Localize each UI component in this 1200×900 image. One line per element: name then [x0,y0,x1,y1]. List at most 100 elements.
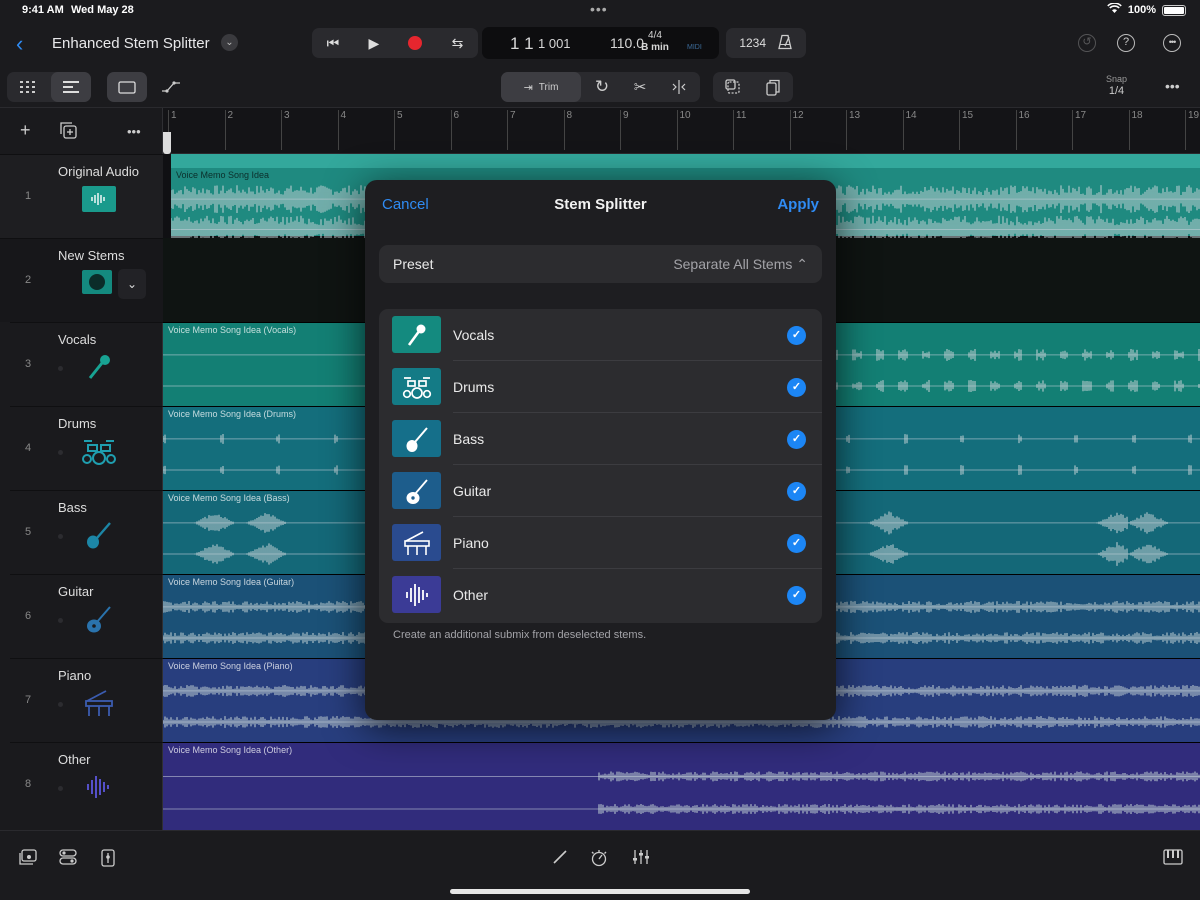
browser-icon[interactable] [19,849,37,870]
keyboard-icon[interactable] [1163,849,1183,870]
stem-name: Drums [453,379,495,395]
apply-button[interactable]: Apply [777,196,819,213]
cycle-icon[interactable]: ⇆ [452,35,464,52]
multitask-dots-icon[interactable]: ••• [590,1,608,17]
expand-stack-chevron-icon[interactable]: ⌄ [118,269,146,299]
checkmark-icon[interactable]: ✓ [787,586,806,605]
play-icon[interactable]: ▶ [368,35,379,52]
trim-icon: ⇥ [523,81,533,94]
inspector-icon[interactable] [101,849,115,872]
stem-row-guitar[interactable]: Guitar ✓ [379,465,822,517]
track-header-piano[interactable]: 7 Piano [10,658,163,742]
clipboard-segment [713,72,793,102]
track-activity-led [58,786,63,791]
ruler-bar-17: 17 [1072,110,1086,150]
snap-control[interactable]: Snap 1/4 [1106,74,1127,97]
timeline-ruler[interactable]: 1 2 3 4 5 6 7 8 9 10 11 12 13 14 15 16 17 18 19 [163,108,1200,154]
checkmark-icon[interactable]: ✓ [787,430,806,449]
mixer-icon[interactable] [632,849,650,870]
lcd-display[interactable]: 1 1 1 001 110.0 4/4 B min MIDI [482,27,719,59]
stem-row-other[interactable]: Other ✓ [379,569,822,621]
help-icon[interactable]: ? [1117,34,1135,52]
preset-value: Separate All Stems ⌃ [673,256,808,272]
cancel-button[interactable]: Cancel [382,196,429,213]
status-date: Wed May 28 [71,4,134,16]
loop-tool-icon[interactable]: ↻ [583,72,621,102]
toolbar-more-icon[interactable]: ••• [1165,78,1180,94]
stem-row-vocals[interactable]: Vocals ✓ [379,309,822,361]
track-name: New Stems [58,248,125,263]
metronome-icon[interactable] [777,34,793,53]
track-number: 7 [25,694,32,706]
ruler-bar-2: 2 [224,110,233,150]
copy-icon[interactable] [753,72,793,102]
more-options-icon[interactable]: ••• [1163,34,1181,52]
tracks-view-icon[interactable] [51,72,91,102]
project-title[interactable]: Enhanced Stem Splitter [52,35,210,52]
track-number: 8 [25,778,32,790]
stem-row-piano[interactable]: Piano ✓ [379,517,822,569]
chevron-down-icon[interactable]: ⌄ [221,34,238,51]
track-header-drums[interactable]: 4 Drums [10,406,163,490]
tuner-icon[interactable] [590,849,608,872]
split-tool-icon[interactable]: ✂ [621,72,659,102]
record-icon[interactable] [408,36,423,50]
back-chevron-icon[interactable]: ‹ [16,31,23,57]
lcd-bars: 1 1 [510,34,534,53]
ruler-bar-11: 11 [733,110,746,150]
go-to-beginning-icon[interactable]: ⏮ [327,35,340,52]
track-name: Piano [58,668,92,683]
bass-guitar-icon [82,522,116,549]
trim-label: Trim [538,81,559,93]
region-other[interactable]: Voice Memo Song Idea (Other) [163,742,1200,830]
checkmark-icon[interactable]: ✓ [787,326,806,345]
stem-row-drums[interactable]: Drums ✓ [379,361,822,413]
ruler-bar-16: 16 [1015,110,1030,150]
editor-segment [107,72,191,102]
grid-view-icon[interactable] [7,72,49,102]
ruler-bar-14: 14 [902,110,917,150]
home-indicator[interactable] [450,889,750,894]
track-list: + ••• 1 Original Audio 2 New Stems ⌄ 3 V… [0,108,163,830]
track-header-bass[interactable]: 5 Bass [10,490,163,574]
track-header-vocals[interactable]: 3 Vocals [10,322,163,406]
status-time: 9:41 AM [22,4,64,16]
undo-history-icon[interactable]: ↺ [1078,34,1096,52]
region-label: Voice Memo Song Idea (Other) [168,745,293,755]
checkmark-icon[interactable]: ✓ [787,378,806,397]
preset-select[interactable]: Preset Separate All Stems ⌃ [379,245,822,283]
duplicate-track-icon[interactable] [60,122,77,144]
track-list-more-icon[interactable]: ••• [127,124,141,139]
track-header-new-stems[interactable]: 2 New Stems ⌄ [0,238,163,322]
track-header-original-audio[interactable]: 1 Original Audio [0,154,163,238]
checkmark-icon[interactable]: ✓ [787,482,806,501]
track-name: Other [58,752,91,767]
control-bar: ‹ Enhanced Stem Splitter ⌄ ⏮ ▶ ⇆ 1 1 1 0… [0,22,1200,68]
track-header-guitar[interactable]: 6 Guitar [10,574,163,658]
drum-kit-icon [80,438,118,465]
ruler-bar-18: 18 [1128,110,1143,150]
track-header-other[interactable]: 8 Other [10,742,163,826]
waveform-icon [82,774,116,800]
stem-name: Guitar [453,483,492,499]
track-number: 4 [25,442,32,454]
count-in-button[interactable]: 1234 [739,36,766,50]
trim-tool[interactable]: ⇥ Trim [501,72,581,102]
status-bar: 9:41 AM Wed May 28 ••• 100% [0,0,1200,22]
ruler-bar-4: 4 [337,110,346,150]
automation-icon[interactable] [151,72,191,102]
pencil-icon[interactable] [552,849,568,870]
track-number: 3 [25,358,32,370]
stem-row-bass[interactable]: Bass ✓ [379,413,822,465]
lcd-position: 1 001 [538,36,571,51]
join-tool-icon[interactable] [659,72,699,102]
library-panel-icon[interactable] [107,72,147,102]
playhead[interactable] [163,132,171,154]
select-region-icon[interactable] [713,72,753,102]
microphone-icon [82,354,116,380]
region-label: Voice Memo Song Idea [176,170,270,180]
stem-name: Other [453,587,489,603]
checkmark-icon[interactable]: ✓ [787,534,806,553]
smart-controls-icon[interactable] [59,849,77,870]
add-track-icon[interactable]: + [20,120,31,141]
